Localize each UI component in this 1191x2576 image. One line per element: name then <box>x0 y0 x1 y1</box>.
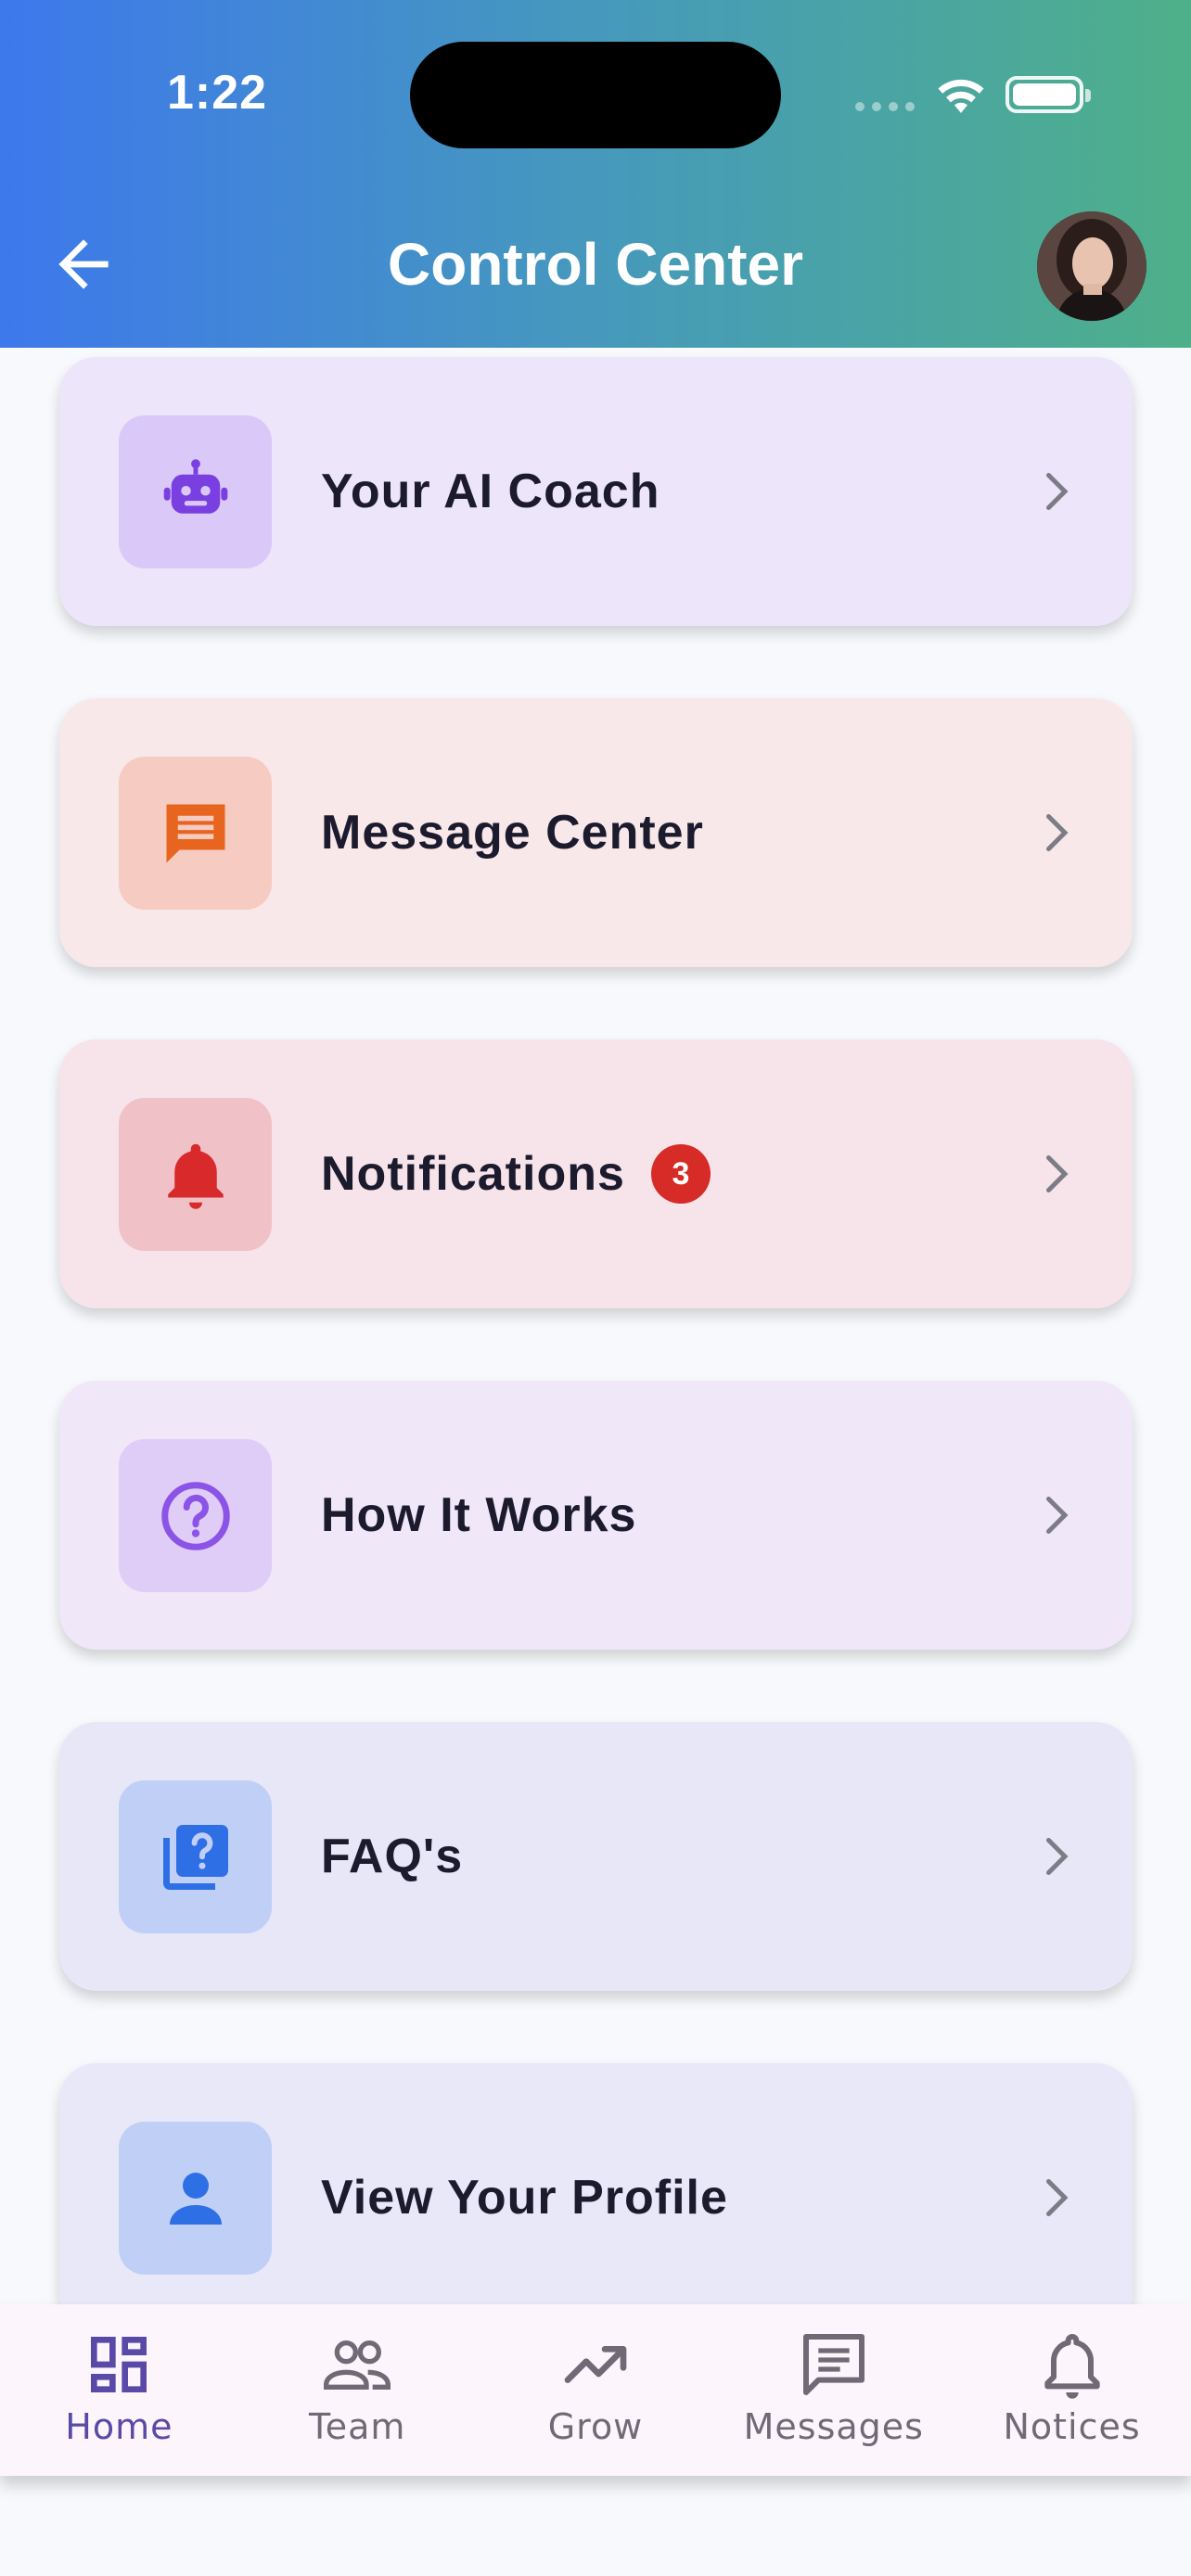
status-time: 1:22 <box>167 66 268 120</box>
card-label: FAQ's <box>321 1830 464 1883</box>
dynamic-island <box>410 42 781 148</box>
faqs-icon-tile <box>119 1780 272 1933</box>
card-notifications[interactable]: Notifications 3 <box>59 1039 1133 1308</box>
notifications-icon-tile <box>119 1098 272 1251</box>
bell-icon <box>1044 2334 1100 2399</box>
chevron-right-icon <box>1046 473 1069 510</box>
tab-notices[interactable]: Notices <box>953 2304 1191 2476</box>
card-label: Your AI Coach <box>321 465 660 518</box>
card-label: Message Center <box>321 806 704 860</box>
cellular-icon <box>855 102 915 111</box>
tab-messages[interactable]: Messages <box>714 2304 953 2476</box>
help-circle-icon <box>160 1481 230 1550</box>
card-faqs[interactable]: FAQ's <box>59 1722 1133 1991</box>
how-it-works-icon-tile <box>119 1439 272 1592</box>
bell-icon <box>167 1143 224 1209</box>
tab-label: Team <box>308 2406 406 2447</box>
card-label: View Your Profile <box>321 2171 728 2225</box>
chevron-right-icon <box>1046 1838 1069 1875</box>
tab-label: Grow <box>547 2406 644 2447</box>
bottom-tab-bar: Home Team Grow Messages Notices <box>0 2304 1191 2476</box>
robot-icon <box>163 458 227 514</box>
tab-label: Home <box>65 2406 173 2447</box>
people-icon <box>324 2340 391 2390</box>
wifi-icon <box>938 79 984 113</box>
card-label: How It Works <box>321 1488 637 1542</box>
person-icon <box>169 2172 222 2225</box>
notifications-label: Notifications <box>321 1147 625 1201</box>
dashboard-icon <box>91 2337 147 2392</box>
chat-icon <box>166 804 224 862</box>
tab-team[interactable]: Team <box>238 2304 477 2476</box>
header: 1:22 Control Center <box>0 0 1191 348</box>
ai-coach-icon-tile <box>119 415 272 568</box>
notification-count-badge: 3 <box>650 1144 711 1204</box>
tab-grow[interactable]: Grow <box>477 2304 715 2476</box>
card-label: Notifications 3 <box>321 1039 711 1308</box>
chevron-right-icon <box>1046 1155 1069 1192</box>
menu-list: Your AI Coach Message Center Notificatio… <box>0 348 1191 2304</box>
tab-label: Notices <box>1003 2406 1141 2447</box>
card-ai-coach[interactable]: Your AI Coach <box>59 357 1133 626</box>
card-how-it-works[interactable]: How It Works <box>59 1381 1133 1650</box>
tab-home[interactable]: Home <box>0 2304 238 2476</box>
chevron-right-icon <box>1046 814 1069 851</box>
view-profile-icon-tile <box>119 2122 272 2275</box>
tab-label: Messages <box>743 2406 924 2447</box>
chevron-right-icon <box>1046 2179 1069 2216</box>
battery-icon <box>1005 76 1091 113</box>
page-title: Control Center <box>388 231 803 298</box>
chevron-right-icon <box>1046 1497 1069 1534</box>
card-view-profile[interactable]: View Your Profile <box>59 2063 1133 2304</box>
message-icon <box>802 2334 864 2395</box>
message-center-icon-tile <box>119 757 272 910</box>
trending-up-icon <box>564 2346 627 2383</box>
card-message-center[interactable]: Message Center <box>59 698 1133 967</box>
avatar[interactable] <box>1037 211 1146 321</box>
faq-icon <box>162 1824 228 1890</box>
